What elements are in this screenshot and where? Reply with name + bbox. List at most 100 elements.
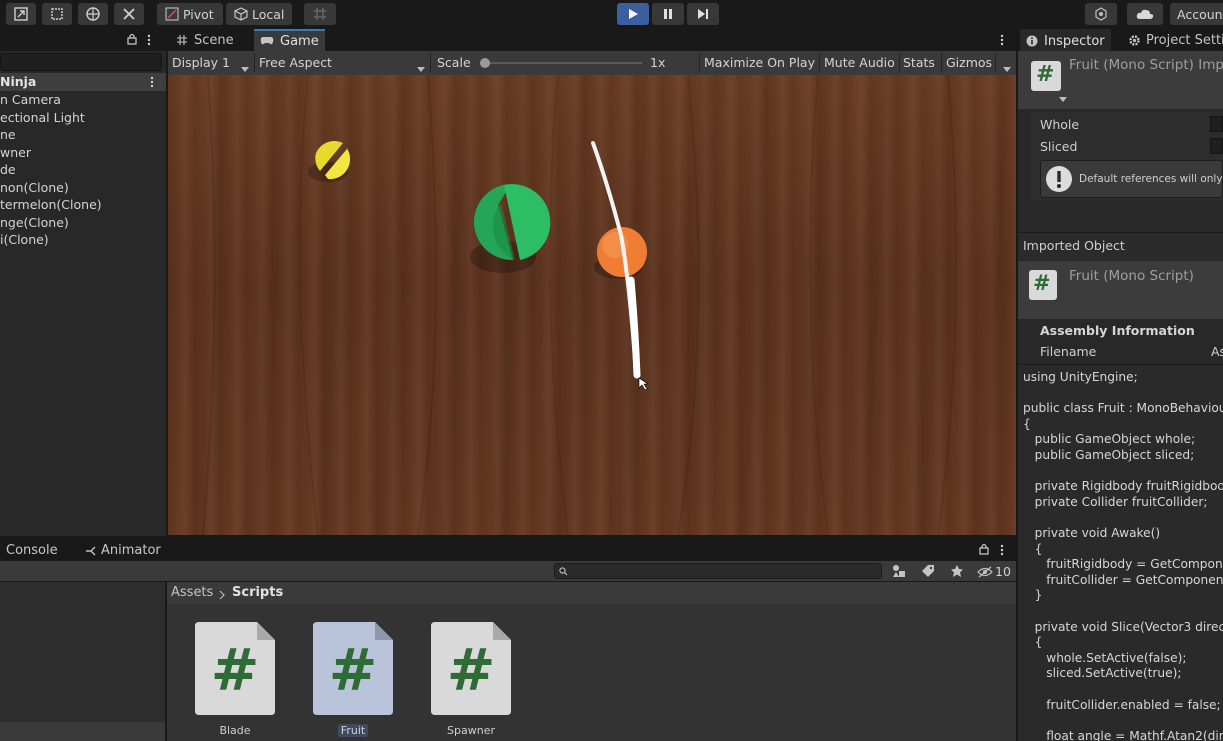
code-line: private void Awake(): [1023, 526, 1161, 540]
favorite-star-icon[interactable]: [950, 564, 964, 581]
asset-blade-script[interactable]: #: [195, 622, 275, 715]
code-line: {: [1023, 541, 1043, 556]
hierarchy-item[interactable]: de: [0, 161, 16, 179]
pivot-toggle-button[interactable]: Pivot: [157, 3, 223, 25]
asset-label: Blade: [219, 724, 251, 737]
game-viewport[interactable]: [168, 75, 1016, 535]
kebab-menu-icon[interactable]: [146, 34, 152, 46]
csharp-script-icon: #: [1029, 270, 1057, 300]
asset-label: Spawner: [447, 724, 495, 737]
hash-glyph: #: [1033, 271, 1051, 295]
stats-toggle[interactable]: Stats: [903, 53, 935, 72]
header-dropdown-arrow-icon[interactable]: [1059, 90, 1067, 105]
hierarchy-item[interactable]: nge(Clone): [0, 214, 69, 232]
field-whole-object[interactable]: [1210, 116, 1223, 132]
code-line: fruitRigidbody = GetCompone: [1023, 557, 1223, 572]
separator: [995, 53, 996, 72]
imported-object-label: Imported Object: [1023, 238, 1125, 253]
play-icon: [629, 9, 638, 19]
hierarchy-item[interactable]: ne: [0, 126, 16, 144]
mute-audio-toggle[interactable]: Mute Audio: [824, 53, 895, 72]
grid-snap-icon[interactable]: [304, 3, 336, 25]
filter-by-type-icon[interactable]: [892, 564, 906, 581]
pause-button[interactable]: [652, 3, 684, 25]
tab-game[interactable]: Game: [254, 29, 325, 51]
pause-icon: [664, 9, 672, 19]
tab-scene[interactable]: Scene: [170, 29, 240, 51]
gizmos-dropdown-arrow-icon[interactable]: [1003, 60, 1011, 75]
kebab-menu-icon[interactable]: [999, 544, 1005, 559]
custom-tools-icon[interactable]: [114, 3, 144, 25]
hierarchy-item[interactable]: termelon(Clone): [0, 196, 102, 214]
hierarchy-item[interactable]: non(Clone): [0, 179, 69, 197]
separator: [819, 53, 820, 72]
asset-fruit-script[interactable]: #: [313, 622, 393, 715]
step-button[interactable]: [687, 3, 719, 25]
csharp-script-icon: #: [313, 622, 393, 715]
hierarchy-search-input[interactable]: [0, 53, 162, 71]
display-dropdown[interactable]: Display 1: [172, 53, 230, 72]
rect-tool-icon[interactable]: [42, 3, 72, 25]
transform-tool-icon[interactable]: [78, 3, 108, 25]
play-button[interactable]: [617, 3, 649, 25]
filename-label: Filename: [1040, 344, 1097, 359]
blade-trail-tip: [627, 276, 641, 379]
account-button[interactable]: Accoun: [1170, 3, 1223, 25]
watermelon-sliced: [474, 184, 551, 261]
scene-menu-icon[interactable]: [149, 76, 155, 91]
lock-icon[interactable]: [979, 543, 989, 558]
project-folder-tree: [0, 582, 165, 741]
hierarchy-tabbar: [0, 29, 166, 51]
cloud-icon[interactable]: [1127, 3, 1163, 25]
field-sliced-object[interactable]: [1210, 138, 1223, 154]
code-line: private Collider fruitCollider;: [1023, 494, 1208, 509]
code-line: public class Fruit : MonoBehaviou: [1023, 401, 1223, 416]
code-line: fruitCollider = GetComponent: [1023, 572, 1223, 587]
code-line: fruitCollider.enabled = false;: [1023, 697, 1221, 712]
game-view-menu-icon[interactable]: [999, 34, 1005, 49]
breadcrumb-scripts[interactable]: Scripts: [232, 585, 283, 600]
hidden-packages-toggle[interactable]: 10: [977, 564, 1011, 579]
code-line: private Rigidbody fruitRigidbody: [1023, 479, 1223, 494]
code-line: float angle = Mathf.Atan2(dire: [1023, 728, 1223, 741]
aspect-dropdown[interactable]: Free Aspect: [259, 53, 332, 72]
tab-inspector[interactable]: Inspector: [1020, 29, 1111, 51]
separator: [899, 53, 900, 72]
asset-spawner-script[interactable]: #: [431, 622, 511, 715]
tab-project-settings[interactable]: Project Setti: [1122, 29, 1223, 51]
separator: [699, 53, 700, 72]
filter-by-label-icon[interactable]: [921, 564, 935, 581]
hierarchy-item[interactable]: i(Clone): [0, 231, 49, 249]
scene-row[interactable]: Ninja: [0, 73, 166, 91]
mouse-cursor-icon: [638, 377, 649, 391]
tab-animator-label: Animator: [101, 543, 161, 558]
pivot-icon: [165, 7, 179, 21]
lock-icon[interactable]: [127, 33, 137, 45]
move-tool-icon[interactable]: [6, 3, 36, 25]
code-line: private void Slice(Vector3 direc: [1023, 619, 1223, 634]
collab-icon[interactable]: [1085, 3, 1117, 25]
help-box: Default references will only: [1040, 160, 1223, 198]
scale-slider-track[interactable]: [480, 58, 642, 68]
tab-console[interactable]: Console: [0, 543, 58, 558]
project-search-input[interactable]: [554, 563, 882, 579]
scale-slider-thumb[interactable]: [480, 58, 490, 68]
asset-label-selected: Fruit: [338, 724, 368, 737]
folder-tree-selected-row[interactable]: [0, 722, 165, 741]
hierarchy-item[interactable]: wner: [0, 144, 31, 162]
maximize-on-play-toggle[interactable]: Maximize On Play: [704, 53, 815, 72]
hierarchy-item[interactable]: n Camera: [0, 91, 61, 109]
tab-console-label: Console: [6, 543, 58, 558]
breadcrumb-assets[interactable]: Assets: [171, 585, 213, 600]
account-label: Accoun: [1177, 6, 1223, 22]
tab-scene-label: Scene: [194, 32, 234, 48]
local-toggle-button[interactable]: Local: [226, 3, 292, 25]
assembly-info-header[interactable]: Assembly Information: [1040, 323, 1195, 338]
gizmos-toggle[interactable]: Gizmos: [946, 53, 992, 72]
code-line: {: [1023, 416, 1031, 431]
project-toolbar: 10: [0, 561, 1016, 581]
tab-animator[interactable]: Animator: [85, 543, 161, 558]
inspector-tabbar: Inspector Project Setti: [1018, 29, 1223, 51]
info-icon: [1026, 35, 1038, 47]
hierarchy-item[interactable]: ectional Light: [0, 109, 85, 127]
